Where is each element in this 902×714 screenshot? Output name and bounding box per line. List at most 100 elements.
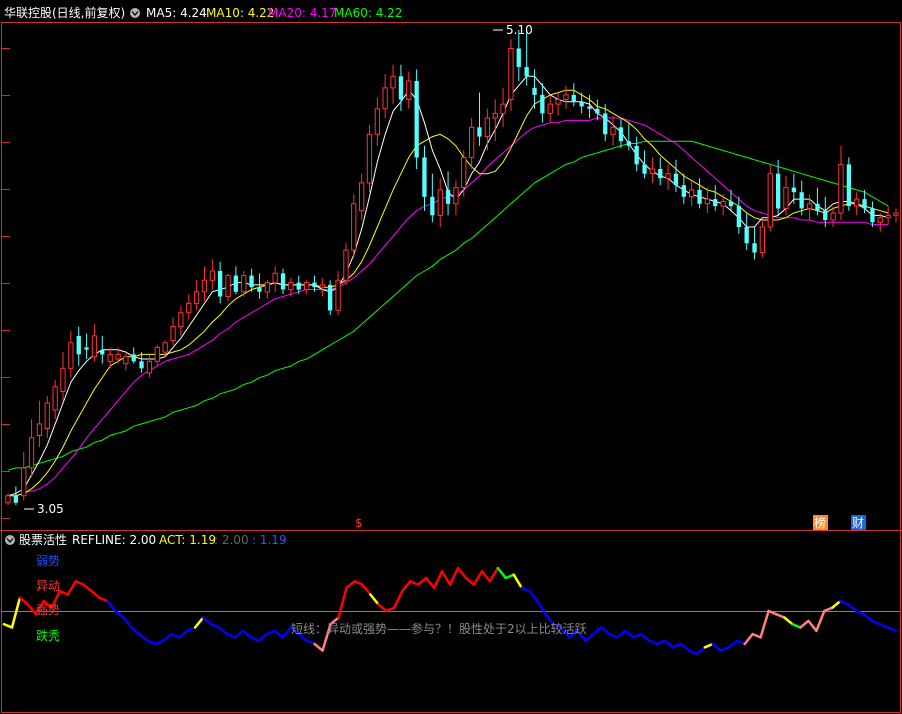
act-segment <box>337 586 348 619</box>
candle-body <box>296 282 301 290</box>
act-segment <box>608 632 619 639</box>
candle-body <box>107 353 113 362</box>
candle-body <box>272 272 278 284</box>
legend-weak: 弱势 <box>36 554 60 568</box>
candle-body <box>516 48 521 67</box>
act-segment <box>823 606 834 613</box>
svg-text:MA10: 4.22: MA10: 4.22 <box>206 6 274 20</box>
candle-body <box>374 108 381 135</box>
candle-body <box>524 67 529 77</box>
act-segment <box>440 570 452 586</box>
act-segment <box>807 619 818 633</box>
act-segment <box>448 566 460 586</box>
candle-body <box>665 173 671 179</box>
candle-body <box>877 217 883 223</box>
act-segment <box>281 626 292 639</box>
candle-body <box>366 133 373 184</box>
candle-body <box>288 282 294 291</box>
candle-body <box>830 212 836 221</box>
legend-abnormal: 异动 <box>36 579 60 593</box>
rank-marker[interactable]: 榜 <box>814 515 826 530</box>
candle-body <box>823 210 828 220</box>
act-segment <box>249 636 261 642</box>
act-segment <box>225 632 237 639</box>
stock-chart[interactable]: 5.10 3.05 $ 榜 财 华联控股(日线,前复权) MA5: 4.24 M… <box>0 0 902 714</box>
candle-body <box>218 271 223 297</box>
refline-label: REFLINE: <box>72 533 129 547</box>
act-segment <box>480 570 492 583</box>
act-segment <box>504 573 515 580</box>
candle-body <box>862 199 867 209</box>
act-segment <box>703 642 715 649</box>
candle-body <box>540 94 545 114</box>
candle-body <box>154 346 160 362</box>
act-segment <box>799 619 810 629</box>
act-label: ACT: <box>159 533 189 547</box>
main-panel-frame <box>1 22 901 531</box>
candle-body <box>359 182 365 212</box>
candle-body <box>335 279 341 311</box>
finance-marker[interactable]: 财 <box>852 516 864 530</box>
act-segment <box>400 580 412 593</box>
act-segment <box>687 649 699 656</box>
act-segment <box>655 639 667 646</box>
candle-body <box>744 227 749 244</box>
indicator-title[interactable]: 股票活性 <box>19 533 67 547</box>
candle-body <box>689 189 695 198</box>
act-segment <box>130 626 141 636</box>
candle-body <box>603 113 608 135</box>
candle-body <box>477 127 482 137</box>
candle-body <box>587 106 592 109</box>
stock-title[interactable]: 华联控股(日线,前复权) <box>4 5 125 20</box>
act-segment <box>377 603 388 613</box>
candle-body <box>885 214 891 219</box>
candle-body <box>846 164 851 207</box>
candle-body <box>249 275 254 288</box>
act-segment <box>711 642 723 652</box>
candle-body <box>736 206 741 227</box>
candle-body <box>453 187 459 205</box>
dollar-marker[interactable]: $ <box>355 516 363 530</box>
act-segment <box>735 639 746 646</box>
candle-body <box>759 226 766 253</box>
candle-body <box>193 291 200 304</box>
candle-body <box>146 360 153 374</box>
candle-body <box>233 275 238 292</box>
candle-body <box>304 282 310 291</box>
candle-body <box>893 212 899 216</box>
candle-body <box>806 203 813 209</box>
act-segment <box>647 639 659 646</box>
act-segment <box>273 629 285 639</box>
grid-ticks <box>2 48 10 519</box>
candle-body <box>571 94 576 102</box>
act-segment <box>488 566 500 583</box>
candle-body <box>854 198 860 207</box>
candle-body <box>115 353 121 360</box>
candle-body <box>610 126 616 135</box>
act-segment <box>743 632 754 646</box>
act-segment <box>369 593 380 606</box>
act-segment <box>512 573 523 590</box>
act-segment <box>177 629 189 639</box>
candle-body <box>658 169 663 179</box>
svg-text:ACT: 1.19: ACT: 1.19 <box>159 533 216 547</box>
candle-body <box>84 347 89 350</box>
chevron-down-icon[interactable] <box>130 8 140 18</box>
ma20-label: MA20: <box>268 6 310 20</box>
act-segment <box>138 632 149 642</box>
act-segment <box>201 616 213 626</box>
act-segment <box>58 589 69 596</box>
act-segment <box>170 632 181 639</box>
act-segment <box>241 629 253 639</box>
candle-body <box>68 342 74 369</box>
chevron-down-icon[interactable] <box>5 535 15 545</box>
candle-body <box>563 94 569 101</box>
act-segment <box>520 586 531 593</box>
act-segment <box>600 626 611 636</box>
candle-body <box>390 75 396 89</box>
act-segment <box>98 596 109 603</box>
candle-body <box>60 367 66 392</box>
act-segment <box>265 629 277 636</box>
candle-body <box>799 192 804 209</box>
act-segment <box>305 639 316 646</box>
